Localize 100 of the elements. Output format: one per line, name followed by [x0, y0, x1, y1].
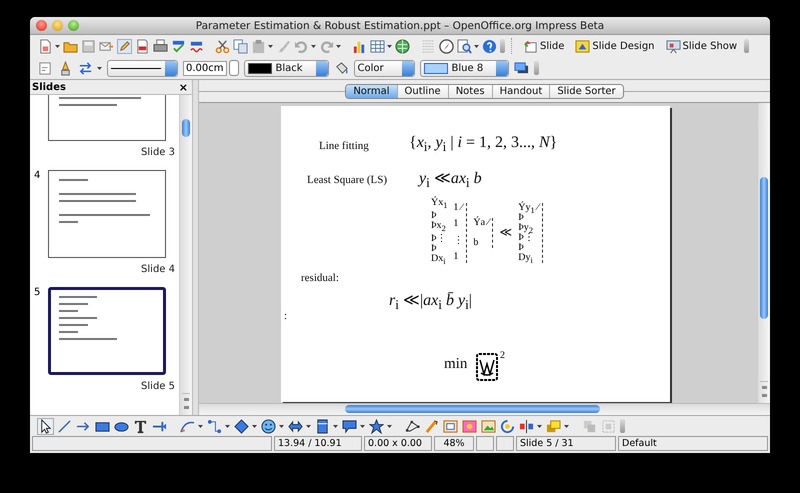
caret-icon[interactable] — [474, 44, 479, 48]
matrix-entry: Þ — [431, 211, 438, 221]
view-tab[interactable]: Notes — [448, 84, 492, 98]
view-tab[interactable]: Outline — [396, 84, 448, 98]
caret-icon[interactable] — [387, 44, 392, 48]
window-title: Parameter Estimation & Robust Estimation.ppt – OpenOffice.org Impress Beta — [196, 20, 604, 32]
smiley-icon[interactable] — [261, 418, 276, 434]
points-icon[interactable] — [405, 418, 420, 434]
new-document-icon[interactable] — [38, 38, 53, 54]
cut-icon[interactable] — [215, 38, 230, 54]
formula-exponent: 2 — [500, 350, 505, 361]
matrix-entry: ⋮ — [453, 236, 464, 246]
view-tab[interactable]: Handout — [492, 84, 550, 98]
star-icon[interactable] — [369, 418, 384, 434]
glue-point-icon[interactable] — [424, 418, 439, 434]
slide-thumbnail[interactable] — [48, 170, 166, 258]
line-color-label: Black — [276, 62, 304, 74]
area-style-dropdown[interactable]: Color — [354, 60, 415, 76]
shadow-icon[interactable] — [514, 60, 529, 76]
color-swatch — [424, 62, 448, 74]
flowchart-icon[interactable] — [315, 418, 330, 434]
table-icon[interactable] — [370, 38, 385, 54]
text-tool-icon[interactable] — [133, 418, 148, 434]
line-color-dropdown[interactable]: Black — [244, 60, 329, 76]
image-from-file-icon[interactable] — [462, 418, 477, 434]
spellcheck-icon[interactable] — [171, 38, 186, 54]
edit-pencil-icon[interactable] — [117, 38, 132, 54]
caret-icon[interactable] — [311, 44, 316, 48]
matrix-operator: ≪ — [499, 225, 512, 240]
compass-icon[interactable] — [439, 38, 454, 54]
gallery-icon[interactable] — [481, 418, 496, 434]
scroll-arrows-icon[interactable] — [182, 393, 190, 412]
line-style-dropdown[interactable] — [107, 60, 178, 76]
slide-thumbnail[interactable] — [48, 287, 166, 375]
scrollbar-thumb[interactable] — [345, 405, 600, 413]
view-tab[interactable]: Slide Sorter — [549, 84, 623, 98]
area-color-dropdown[interactable]: Blue 8 — [420, 60, 509, 76]
scrollbar-thumb[interactable] — [182, 119, 190, 137]
zoom-icon[interactable] — [457, 38, 472, 54]
status-layout: Default — [618, 436, 768, 451]
slide-number: 4 — [34, 170, 42, 183]
matrix-entry: Dx$_{i}$ — [431, 254, 447, 267]
caret-icon[interactable] — [97, 66, 102, 70]
caret-icon[interactable] — [268, 44, 273, 48]
view-tab[interactable]: Normal — [346, 84, 397, 98]
horizontal-scrollbar[interactable] — [199, 403, 770, 415]
vertical-scrollbar[interactable] — [179, 95, 192, 415]
caret-icon[interactable] — [333, 424, 338, 428]
printer-icon[interactable] — [153, 38, 168, 54]
scroll-arrows-icon[interactable] — [760, 381, 768, 400]
caret-icon[interactable] — [279, 424, 284, 428]
save-icon[interactable] — [81, 38, 96, 54]
caret-icon[interactable] — [387, 424, 392, 428]
rotate-icon[interactable] — [500, 418, 515, 434]
caret-icon[interactable] — [537, 424, 542, 428]
caret-icon[interactable] — [252, 424, 257, 428]
vertical-scrollbar[interactable] — [757, 103, 770, 403]
slide-text: Line fitting — [319, 140, 369, 152]
caret-icon[interactable] — [225, 424, 230, 428]
callout-icon[interactable] — [342, 418, 357, 434]
align-icon[interactable] — [519, 418, 534, 434]
formula: {x$_{i}$, y$_{i}$ | i = 1, 2, 3..., N} — [409, 134, 558, 156]
matrix-entry: Þ — [518, 242, 525, 252]
diamond-icon[interactable] — [234, 418, 249, 434]
close-window-button[interactable] — [36, 20, 47, 31]
help-icon[interactable] — [482, 38, 497, 54]
status-position: 13.94 / 10.91 — [274, 436, 362, 451]
stray-mark: : — [284, 310, 288, 322]
arrow-style-icon[interactable] — [78, 60, 93, 76]
caret-icon[interactable] — [336, 44, 341, 48]
caret-icon[interactable] — [306, 424, 311, 428]
curve-icon[interactable] — [180, 418, 195, 434]
select-pointer-icon[interactable] — [38, 418, 53, 434]
caret-icon[interactable] — [360, 424, 365, 428]
connector-line-icon[interactable] — [207, 418, 222, 434]
status-size: 0.00 x 0.00 — [364, 436, 432, 451]
scrollbar-thumb[interactable] — [760, 177, 768, 319]
document-icon[interactable] — [38, 60, 53, 76]
slide-label: Slide 4 — [141, 264, 175, 275]
toolbar-button[interactable]: Slide Show — [662, 38, 742, 54]
slide-text: Least Square (LS) — [307, 174, 388, 186]
spin-button[interactable] — [228, 60, 239, 76]
copy-icon[interactable] — [233, 38, 248, 54]
double-arrow-icon[interactable] — [288, 418, 303, 434]
pdf-document-icon[interactable] — [135, 38, 150, 54]
status-page: Slide 5 / 31 — [516, 436, 616, 451]
fontwork-icon[interactable] — [443, 418, 458, 434]
line-icon[interactable] — [57, 418, 72, 434]
close-panel-button[interactable]: × — [178, 80, 188, 94]
paint-bucket-icon[interactable] — [334, 60, 349, 76]
matrix-entry: Ýa ⁄ — [473, 218, 490, 228]
caret-icon[interactable] — [198, 424, 203, 428]
globe-icon[interactable] — [395, 38, 410, 54]
toolbar-button[interactable]: Slide Design — [571, 38, 659, 54]
line-width-field[interactable]: 0.00cm — [183, 60, 227, 76]
matrix-entry: Dy$_{i}$ — [518, 252, 534, 262]
caret-icon[interactable] — [564, 424, 569, 428]
caret-icon[interactable] — [55, 44, 60, 48]
toolbar-button[interactable]: Slide — [519, 38, 568, 54]
matrix-entry: 1 ⁄ — [453, 202, 464, 212]
